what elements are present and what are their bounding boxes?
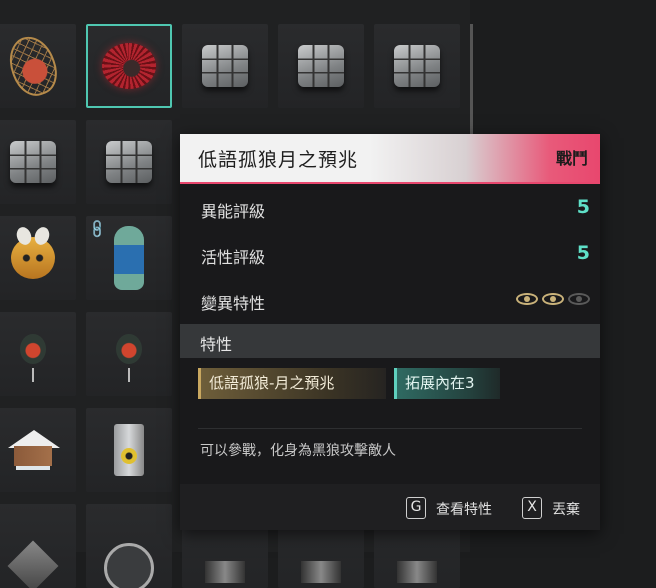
eye-icon	[568, 293, 590, 305]
bee-pet-icon	[11, 237, 55, 279]
discard-action[interactable]: 丟棄	[552, 499, 580, 519]
inventory-slot-lighter[interactable]	[86, 408, 172, 492]
key-hint-g[interactable]: G	[406, 497, 426, 519]
stat-label: 活性評級	[201, 248, 266, 267]
item-description: 可以參戰，化身為黑狼攻擊敵人	[200, 443, 396, 459]
view-traits-action[interactable]: 查看特性	[436, 499, 492, 519]
inventory-slot-partial[interactable]	[0, 504, 76, 588]
section-title: 特性	[200, 335, 233, 354]
item-tooltip: 低語孤狼月之預兆 戰鬥 異能評級 5 活性評級 5 變異特性 特性 低語孤狼-月…	[180, 134, 600, 530]
net-trap-icon	[2, 30, 64, 102]
stat-row-ability-rating: 異能評級 5	[180, 186, 600, 232]
inventory-slot-cube[interactable]	[182, 24, 268, 108]
cube-icon	[298, 45, 344, 87]
stat-value: 5	[576, 196, 590, 218]
lighter-icon	[114, 424, 144, 476]
eye-icon	[516, 293, 538, 305]
inventory-slot-spiky-creature[interactable]	[86, 24, 172, 108]
inventory-slot-grenade[interactable]	[86, 312, 172, 396]
inventory-slot-cube[interactable]	[374, 24, 460, 108]
item-icon	[205, 561, 245, 583]
dino-figure-icon	[114, 226, 144, 290]
traits-section-header: 特性	[180, 324, 600, 358]
stat-row-activity-rating: 活性評級 5	[180, 232, 600, 278]
inventory-slot-partial[interactable]	[86, 504, 172, 588]
item-icon	[301, 561, 341, 583]
cube-icon	[394, 45, 440, 87]
inventory-slot-cube[interactable]	[0, 120, 76, 204]
cube-icon	[10, 141, 56, 183]
snow-cabin-icon	[6, 430, 60, 470]
inventory-slot-net-trap[interactable]	[0, 24, 76, 108]
cube-icon	[202, 45, 248, 87]
stat-label: 異能評級	[201, 202, 266, 221]
trait-tag-primary[interactable]: 低語孤狼-月之預兆	[198, 368, 386, 399]
key-hint-x[interactable]: X	[522, 497, 542, 519]
stat-value: 5	[576, 242, 590, 264]
item-icon	[397, 561, 437, 583]
inventory-slot-dino-figure[interactable]: 🔗	[86, 216, 172, 300]
inventory-slot-bee-pet[interactable]	[0, 216, 76, 300]
divider	[198, 428, 582, 429]
inventory-slot-cube[interactable]	[278, 24, 364, 108]
pyramid-icon	[7, 540, 59, 588]
cube-icon	[106, 141, 152, 183]
link-icon: 🔗	[87, 218, 110, 241]
stat-label: 變異特性	[201, 294, 266, 313]
stat-row-mutation-trait: 變異特性	[180, 278, 600, 324]
tooltip-header: 低語孤狼月之預兆 戰鬥	[180, 134, 600, 184]
grenade-icon	[20, 334, 46, 382]
eye-icon	[542, 293, 564, 305]
grenade-icon	[116, 334, 142, 382]
item-category-tag: 戰鬥	[555, 149, 588, 168]
item-title: 低語孤狼月之預兆	[198, 149, 359, 171]
inventory-slot-cube[interactable]	[86, 120, 172, 204]
trait-tag-secondary[interactable]: 拓展內在3	[394, 368, 500, 399]
inventory-slot-grenade[interactable]	[0, 312, 76, 396]
spiky-creature-icon	[102, 43, 156, 89]
tooltip-footer: G 查看特性 X 丟棄	[180, 484, 600, 530]
dial-icon	[104, 543, 154, 588]
inventory-slot-snow-cabin[interactable]	[0, 408, 76, 492]
mutation-eye-rating	[516, 293, 590, 305]
